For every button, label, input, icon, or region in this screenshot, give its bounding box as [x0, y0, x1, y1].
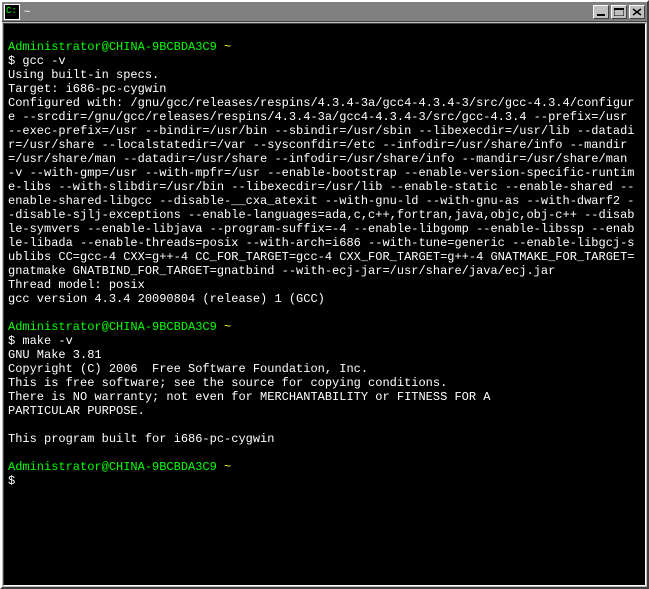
command-line: $: [8, 474, 641, 488]
command-line: $ make -v: [8, 334, 641, 348]
terminal-window: C: ~ Administrator@CHINA-9BCBDA3C9 ~$ gc…: [0, 0, 649, 589]
user-host: Administrator@CHINA-9BCBDA3C9: [8, 320, 217, 334]
blank-line: [8, 26, 641, 40]
app-icon: C:: [4, 4, 20, 20]
output-line: gcc version 4.3.4 20090804 (release) 1 (…: [8, 292, 641, 306]
window-controls: [593, 5, 645, 19]
path: ~: [224, 460, 231, 474]
terminal-content[interactable]: Administrator@CHINA-9BCBDA3C9 ~$ gcc -vU…: [3, 23, 646, 586]
output-line: GNU Make 3.81: [8, 348, 641, 362]
path: ~: [224, 320, 231, 334]
command-text: gcc -v: [22, 54, 65, 68]
output-line: Thread model: posix: [8, 278, 641, 292]
prompt-symbol: $: [8, 474, 15, 488]
prompt-symbol: $: [8, 334, 15, 348]
output-line: This program built for i686-pc-cygwin: [8, 432, 641, 446]
blank-line: [8, 446, 641, 460]
user-host: Administrator@CHINA-9BCBDA3C9: [8, 460, 217, 474]
minimize-button[interactable]: [593, 5, 609, 19]
prompt-line: Administrator@CHINA-9BCBDA3C9 ~: [8, 40, 641, 54]
path: ~: [224, 40, 231, 54]
command-text: make -v: [22, 334, 72, 348]
command-line: $ gcc -v: [8, 54, 641, 68]
prompt-line: Administrator@CHINA-9BCBDA3C9 ~: [8, 320, 641, 334]
output-line: Target: i686-pc-cygwin: [8, 82, 641, 96]
output-line: PARTICULAR PURPOSE.: [8, 404, 641, 418]
blank-line: [8, 418, 641, 432]
app-icon-text: C:: [6, 7, 17, 16]
output-line: There is NO warranty; not even for MERCH…: [8, 390, 641, 404]
output-line: Copyright (C) 2006 Free Software Foundat…: [8, 362, 641, 376]
output-line: This is free software; see the source fo…: [8, 376, 641, 390]
output-line: Using built-in specs.: [8, 68, 641, 82]
output-line: Configured with: /gnu/gcc/releases/respi…: [8, 96, 641, 278]
user-host: Administrator@CHINA-9BCBDA3C9: [8, 40, 217, 54]
close-button[interactable]: [629, 5, 645, 19]
window-title: ~: [24, 6, 593, 18]
blank-line: [8, 306, 641, 320]
titlebar: C: ~: [2, 2, 647, 22]
prompt-symbol: $: [8, 54, 15, 68]
prompt-line: Administrator@CHINA-9BCBDA3C9 ~: [8, 460, 641, 474]
maximize-button[interactable]: [611, 5, 627, 19]
